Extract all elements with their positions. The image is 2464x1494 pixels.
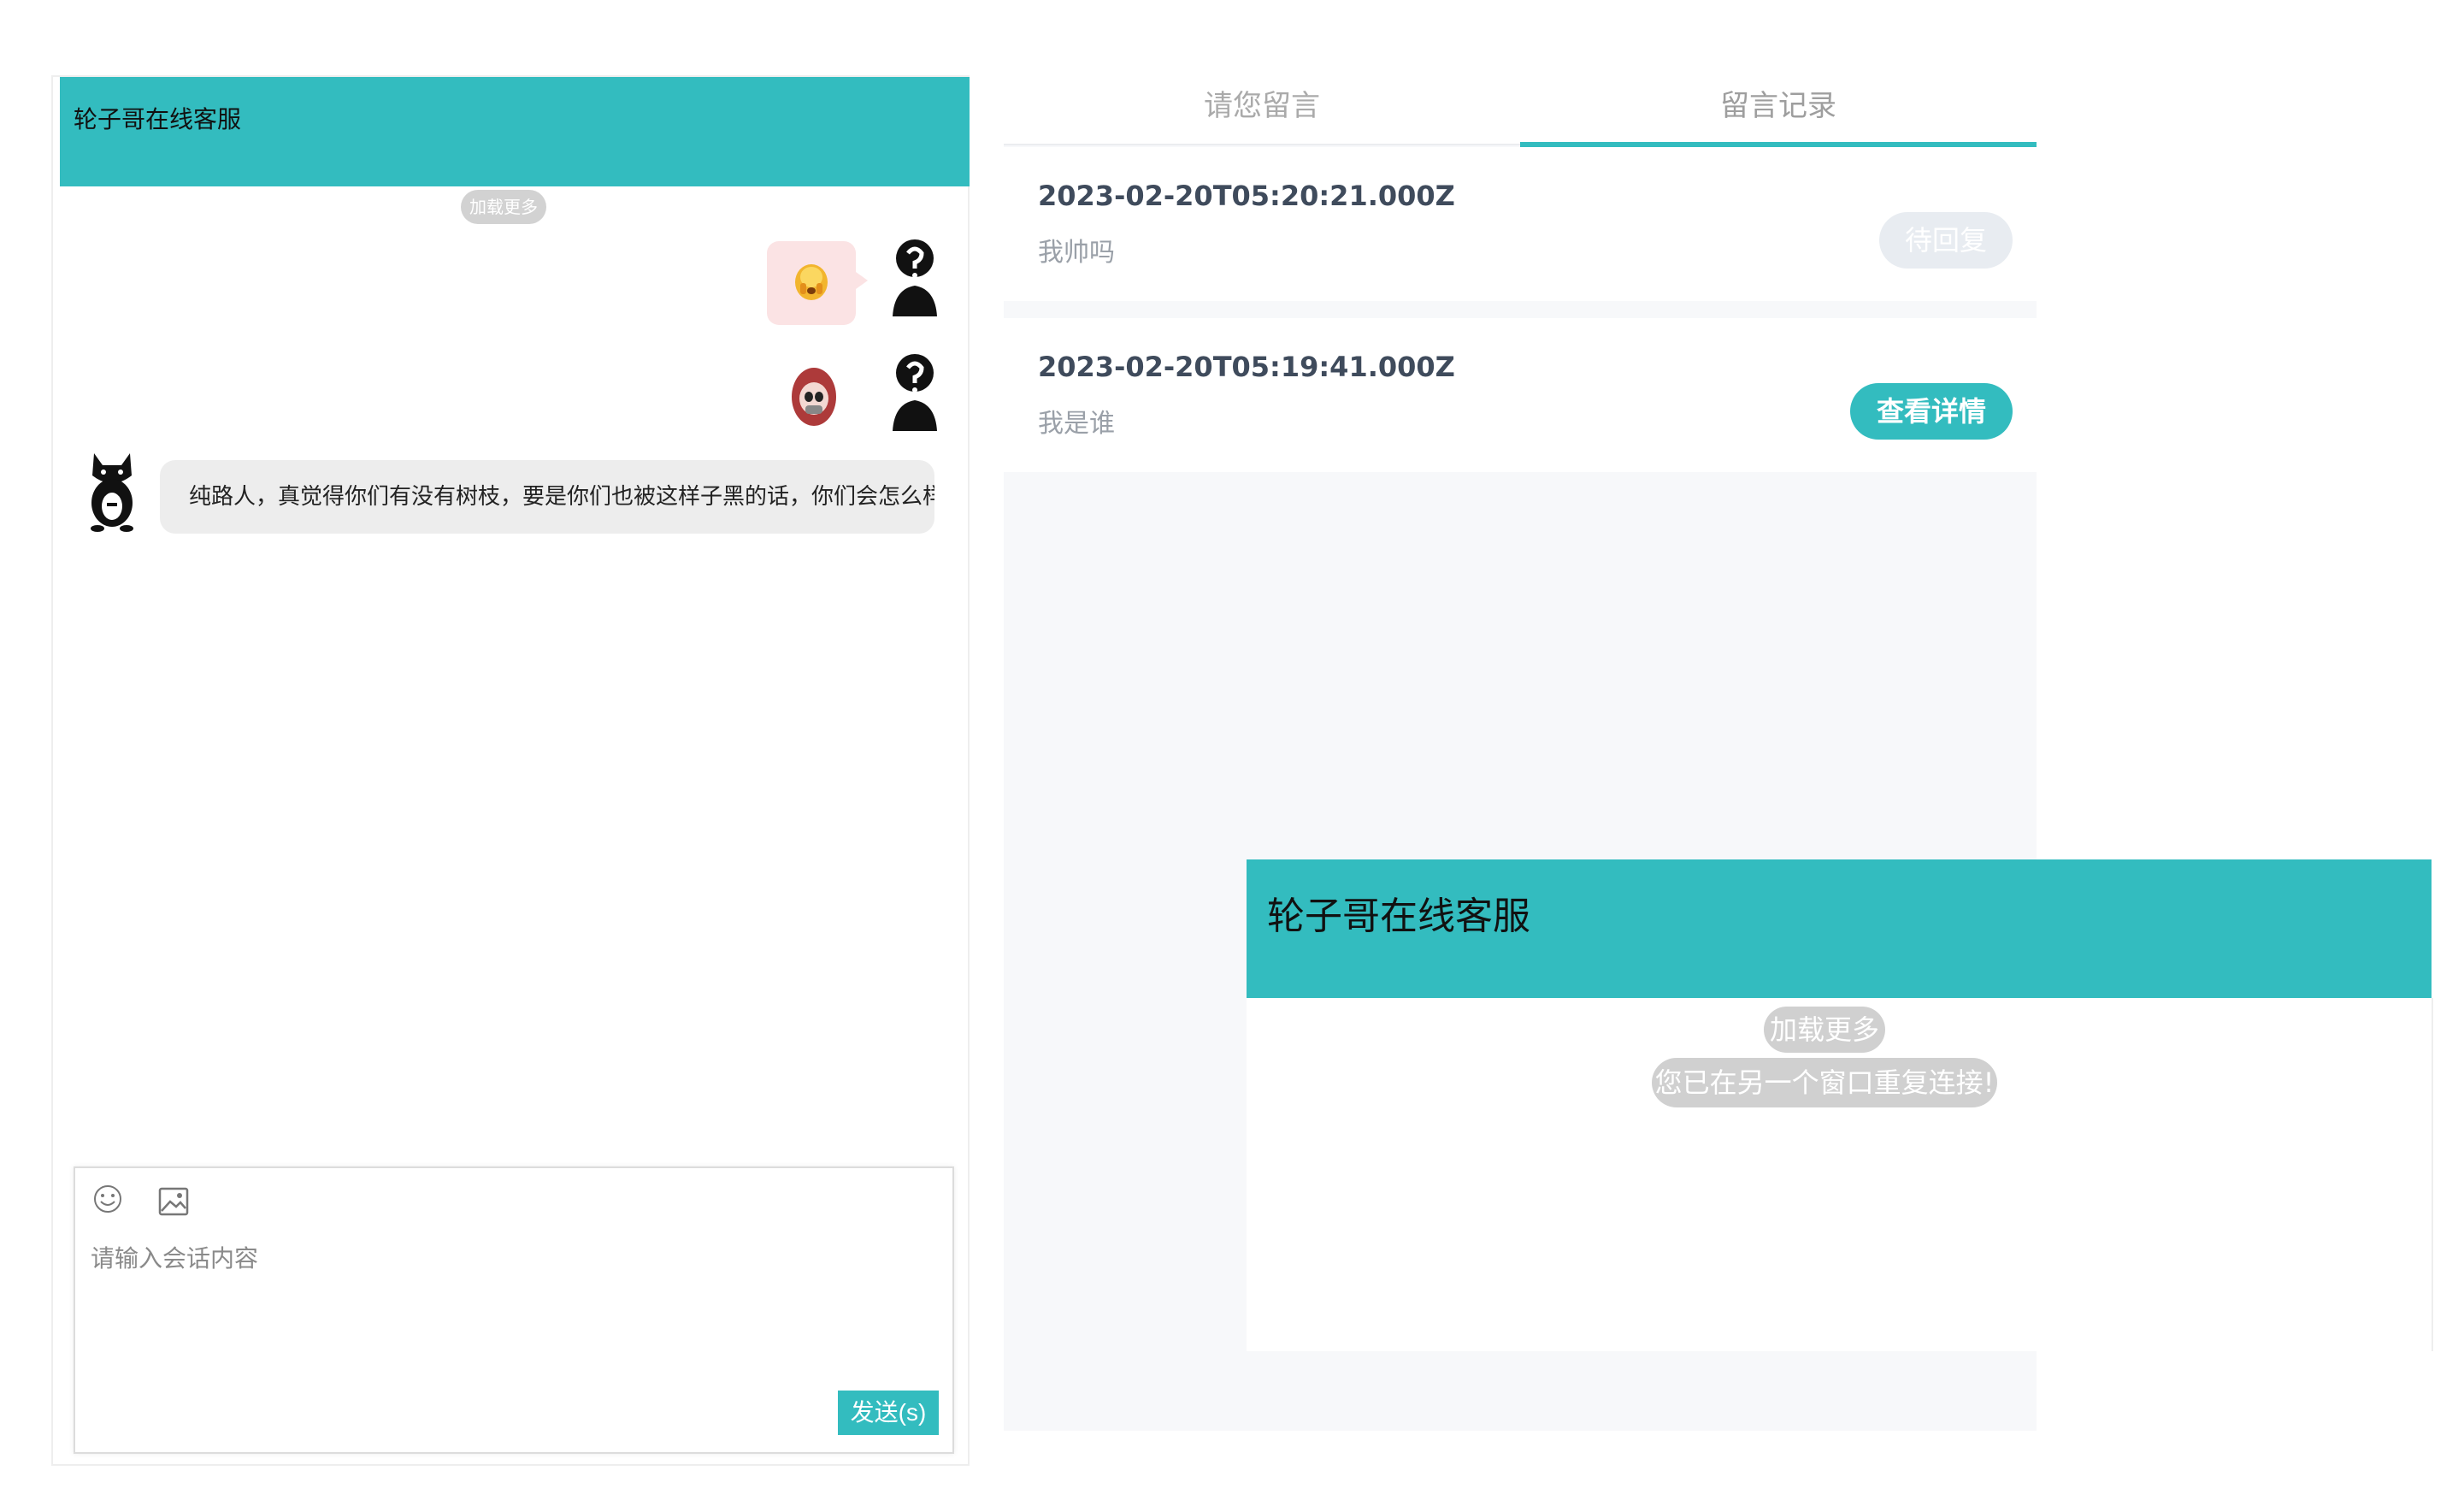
message-composer: 发送(s) — [74, 1166, 954, 1454]
load-more-button[interactable]: 加载更多 — [1764, 1007, 1885, 1053]
user-avatar-icon — [893, 354, 937, 431]
chat-window-left: 轮子哥在线客服 加载更多 纯路人，真觉得你们有没有树枝，要是你们也被这样子黑的话… — [51, 75, 970, 1466]
message-input[interactable] — [89, 1238, 927, 1367]
tab-leave-message[interactable]: 请您留言 — [1004, 75, 1520, 145]
window-edge — [2432, 998, 2464, 1351]
record-message: 我是谁 — [1038, 409, 1115, 439]
load-more-button[interactable]: 加载更多 — [461, 190, 546, 224]
image-icon[interactable] — [157, 1185, 190, 1218]
view-details-button[interactable]: 查看详情 — [1850, 383, 2013, 440]
sent-emoji-bubble — [767, 241, 868, 325]
tab-bar: 请您留言 留言记录 — [1004, 75, 2037, 147]
tab-label: 留言记录 — [1720, 89, 1836, 123]
send-button[interactable]: 发送(s) — [838, 1391, 939, 1435]
record-time: 2023-02-20T05:19:41.000Z — [1038, 351, 1455, 383]
chat-header: 轮子哥在线客服 — [1247, 859, 2432, 998]
received-message-bubble: 纯路人，真觉得你们有没有树枝，要是你们也被这样子黑的话，你们会怎么样? — [160, 460, 934, 534]
agent-avatar-icon — [91, 453, 133, 532]
user-avatar-icon — [893, 239, 937, 316]
duplicate-connection-notice: 您已在另一个窗口重复连接! — [1652, 1058, 1997, 1107]
chat-title: 轮子哥在线客服 — [1267, 895, 1530, 938]
chat-header: 轮子哥在线客服 — [60, 77, 970, 186]
message-record: 2023-02-20T05:20:21.000Z 我帅吗 待回复 — [1004, 147, 2037, 301]
pending-reply-badge: 待回复 — [1879, 212, 2013, 269]
message-record: 2023-02-20T05:19:41.000Z 我是谁 查看详情 — [1004, 318, 2037, 472]
anxious-face-emoji-icon — [795, 264, 828, 300]
sticker-girl-icon — [792, 368, 836, 426]
record-message: 我帅吗 — [1038, 238, 1115, 268]
emoji-icon[interactable] — [92, 1184, 123, 1214]
chat-window-right: 轮子哥在线客服 加载更多 您已在另一个窗口重复连接! — [1247, 859, 2464, 1351]
record-time: 2023-02-20T05:20:21.000Z — [1038, 180, 1455, 212]
chat-title: 轮子哥在线客服 — [74, 105, 242, 133]
tab-message-history[interactable]: 留言记录 — [1520, 75, 2037, 147]
